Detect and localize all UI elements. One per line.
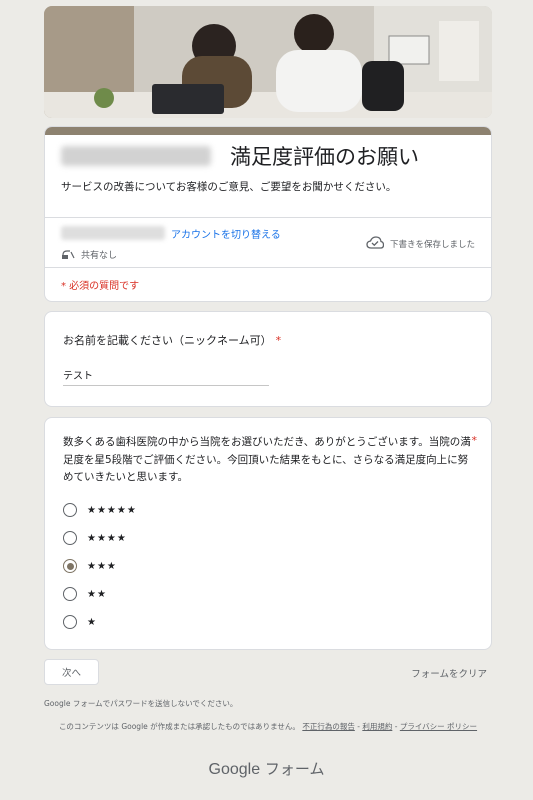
required-asterisk: * xyxy=(471,434,478,447)
cloud-done-icon xyxy=(366,234,385,253)
rating-option-5[interactable]: ★★★★★ xyxy=(63,500,137,520)
divider xyxy=(45,267,491,268)
rating-option-4[interactable]: ★★★★ xyxy=(63,528,127,548)
rating-option-label: ★★ xyxy=(87,588,107,600)
rating-option-2[interactable]: ★★ xyxy=(63,584,107,604)
rating-option-3[interactable]: ★★★ xyxy=(63,556,117,576)
radio-button[interactable] xyxy=(63,503,77,517)
rating-option-1[interactable]: ★ xyxy=(63,612,97,632)
theme-accent-bar xyxy=(45,127,491,135)
sharing-status: 共有なし xyxy=(61,245,117,264)
form-title: 満足度評価のお願い xyxy=(230,145,419,169)
rating-option-label: ★★★ xyxy=(87,560,117,572)
privacy-policy-link[interactable]: プライバシー ポリシー xyxy=(400,722,477,731)
form-description: サービスの改善についてお客様のご意見、ご要望をお聞かせください。 xyxy=(61,181,397,193)
redacted-account-email xyxy=(61,226,165,240)
required-note: * 必須の質問です xyxy=(61,281,140,292)
report-abuse-link[interactable]: 不正行為の報告 xyxy=(302,722,355,731)
rating-option-label: ★ xyxy=(87,616,97,628)
rating-option-label: ★★★★★ xyxy=(87,504,137,516)
question-rating-card: 数多くある歯科医院の中から当院をお選びいただき、ありがとうございます。当院の満足… xyxy=(44,417,492,650)
draft-saved-label: 下書きを保存しました xyxy=(389,239,475,250)
header-image xyxy=(44,6,492,118)
clear-form-button[interactable]: フォームをクリア xyxy=(411,666,487,680)
divider xyxy=(45,217,491,218)
redacted-clinic-name xyxy=(61,146,211,166)
question-rating-text: 数多くある歯科医院の中から当院をお選びいただき、ありがとうございます。当院の満足… xyxy=(63,436,471,483)
link-separator: - xyxy=(357,722,360,731)
question-name-label: お名前を記載ください（ニックネーム可） * xyxy=(63,332,281,348)
radio-button-selected[interactable] xyxy=(63,559,77,573)
radio-button[interactable] xyxy=(63,531,77,545)
next-button[interactable]: 次へ xyxy=(44,659,99,685)
question-name-text: お名前を記載ください（ニックネーム可） xyxy=(63,334,272,347)
password-warning: Google フォームでパスワードを送信しないでください。 xyxy=(44,699,238,708)
question-name-card: お名前を記載ください（ニックネーム可） * xyxy=(44,311,492,407)
rating-option-label: ★★★★ xyxy=(87,532,127,544)
radio-button[interactable] xyxy=(63,587,77,601)
switch-account-link[interactable]: アカウントを切り替える xyxy=(171,226,281,241)
not-shared-label: 共有なし xyxy=(81,251,118,261)
forms-logo-text: フォーム xyxy=(264,760,325,778)
form-header-card: 満足度評価のお願い サービスの改善についてお客様のご意見、ご要望をお聞かせくださ… xyxy=(44,126,492,302)
google-forms-logo[interactable]: Google フォーム xyxy=(0,758,533,779)
draft-save-status: 下書きを保存しました xyxy=(366,234,475,253)
not-shared-icon xyxy=(61,245,75,264)
google-logo-text: Google xyxy=(208,761,261,778)
disclaimer-text: このコンテンツは Google が作成または承認したものではありません。 xyxy=(58,722,300,731)
terms-link[interactable]: 利用規約 xyxy=(362,722,392,731)
radio-button[interactable] xyxy=(63,615,77,629)
required-asterisk: * xyxy=(275,334,282,347)
disclaimer: このコンテンツは Google が作成または承認したものではありません。 不正行… xyxy=(44,720,492,733)
link-separator: - xyxy=(394,722,398,731)
name-input[interactable] xyxy=(63,364,269,386)
radio-dot xyxy=(66,562,74,570)
